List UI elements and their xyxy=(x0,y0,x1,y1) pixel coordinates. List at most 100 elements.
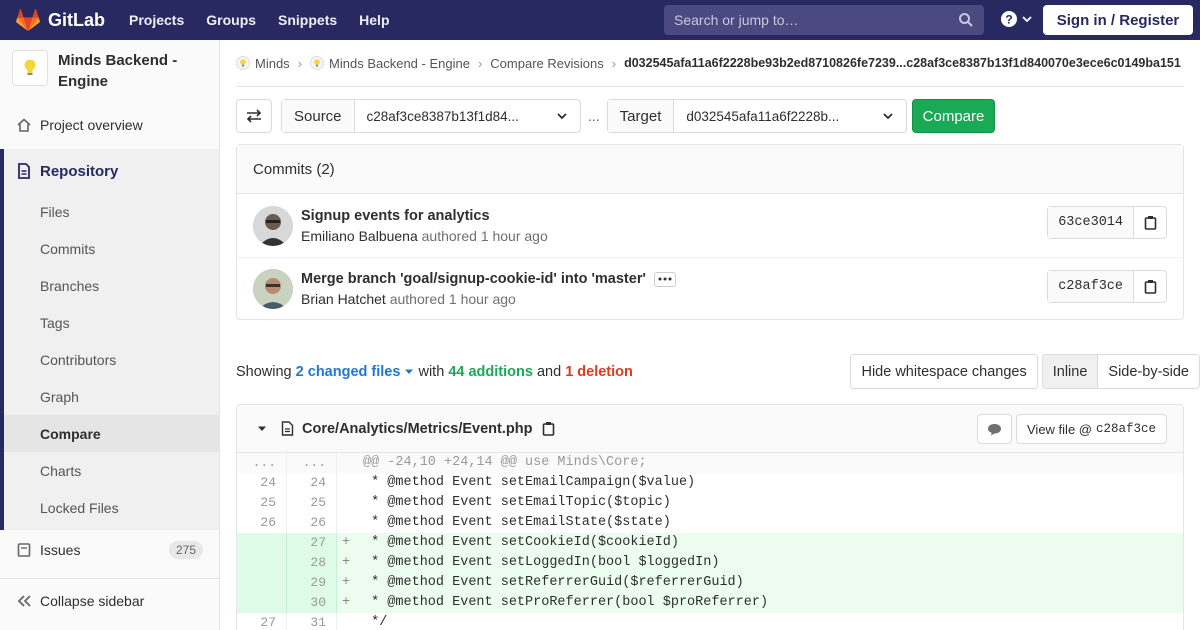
copy-path-icon[interactable] xyxy=(542,421,555,436)
diff-line-added: 27 + * @method Event setCookieId($cookie… xyxy=(237,533,1183,553)
old-line-number[interactable] xyxy=(237,573,287,593)
source-revision-dropdown[interactable]: Source c28af3ce8387b13f1d84... xyxy=(281,99,581,133)
breadcrumb-compare-revisions[interactable]: Compare Revisions xyxy=(490,56,603,71)
help-dropdown[interactable]: ? xyxy=(1000,10,1033,28)
chevron-right-icon: › xyxy=(611,55,617,71)
repository-submenu: Files Commits Branches Tags Contributors… xyxy=(0,193,219,530)
old-line-number[interactable]: ... xyxy=(237,453,287,473)
diff-line-added: 30 + * @method Event setProReferrer(bool… xyxy=(237,593,1183,613)
commit-author[interactable]: Emiliano Balbuena xyxy=(301,228,418,244)
target-value: d032545afa11a6f2228b... xyxy=(686,108,840,124)
diff-marker: + xyxy=(341,595,351,610)
group-avatar-icon xyxy=(236,56,250,70)
sidebar-subitem-files[interactable]: Files xyxy=(4,193,219,230)
source-label: Source xyxy=(282,100,355,132)
nav-projects[interactable]: Projects xyxy=(129,12,184,28)
avatar[interactable] xyxy=(253,269,293,309)
diff-marker xyxy=(337,473,355,493)
old-line-number[interactable]: 27 xyxy=(237,613,287,630)
view-file-button[interactable]: View file @ c28af3ce xyxy=(1016,414,1167,444)
home-icon xyxy=(17,117,31,132)
new-line-number[interactable]: 27 xyxy=(287,533,337,553)
sign-in-button[interactable]: Sign in / Register xyxy=(1043,5,1193,35)
old-line-number[interactable] xyxy=(237,533,287,553)
target-label: Target xyxy=(607,100,675,132)
svg-text:?: ? xyxy=(1005,13,1012,27)
old-line-number[interactable] xyxy=(237,593,287,613)
caret-down-icon xyxy=(405,369,414,374)
avatar-image xyxy=(253,269,293,309)
diff-line: ... ... @@ -24,10 +24,14 @@ use Minds\Co… xyxy=(237,453,1183,473)
new-line-number[interactable]: ... xyxy=(287,453,337,473)
old-line-number[interactable]: 24 xyxy=(237,473,287,493)
changes-summary: Showing 2 changed files with 44 addition… xyxy=(236,364,633,380)
document-icon xyxy=(18,163,30,179)
breadcrumb-current[interactable]: d032545afa11a6f2228be93b2ed8710826fe7239… xyxy=(624,56,1181,70)
commit-title-link[interactable]: Merge branch 'goal/signup-cookie-id' int… xyxy=(301,271,646,287)
nav-snippets[interactable]: Snippets xyxy=(278,12,337,28)
sidebar-subitem-graph[interactable]: Graph xyxy=(4,378,219,415)
new-line-number[interactable]: 26 xyxy=(287,513,337,533)
gitlab-logo[interactable]: GitLab xyxy=(16,9,105,31)
diff-file: Core/Analytics/Metrics/Event.php View fi… xyxy=(236,404,1184,630)
new-line-number[interactable]: 24 xyxy=(287,473,337,493)
sidebar-subitem-charts[interactable]: Charts xyxy=(4,452,219,489)
diff-line: 27 31 */ xyxy=(237,613,1183,630)
sidebar-item-label: Issues xyxy=(40,542,81,558)
sidebar-subitem-tags[interactable]: Tags xyxy=(4,304,219,341)
commit-time: 1 hour ago xyxy=(480,227,548,244)
issues-icon xyxy=(17,543,31,557)
question-icon: ? xyxy=(1001,11,1017,27)
commit-author[interactable]: Brian Hatchet xyxy=(301,291,386,307)
sidebar-item-repository[interactable]: Repository xyxy=(0,149,219,193)
file-path[interactable]: Core/Analytics/Metrics/Event.php xyxy=(302,421,532,437)
inline-view-button[interactable]: Inline xyxy=(1041,354,1099,389)
sidebar-item-overview[interactable]: Project overview xyxy=(0,106,219,143)
sidebar-subitem-branches[interactable]: Branches xyxy=(4,267,219,304)
sidebar-item-issues[interactable]: Issues 275 xyxy=(0,530,219,570)
commit-sha[interactable]: c28af3ce xyxy=(1048,271,1134,302)
swap-revisions-button[interactable] xyxy=(236,99,272,133)
old-line-number[interactable]: 26 xyxy=(237,513,287,533)
project-header[interactable]: Minds Backend - Engine xyxy=(0,40,219,106)
collapse-caret-icon[interactable] xyxy=(257,425,267,433)
expand-commit-description-button[interactable] xyxy=(653,271,676,287)
new-line-number[interactable]: 28 xyxy=(287,553,337,573)
diff-code: * @method Event setReferrerGuid($referre… xyxy=(363,575,744,590)
sidebar-subitem-commits[interactable]: Commits xyxy=(4,230,219,267)
sidebar-subitem-locked-files[interactable]: Locked Files xyxy=(4,489,219,526)
new-line-number[interactable]: 29 xyxy=(287,573,337,593)
changed-files-dropdown[interactable]: 2 changed files xyxy=(296,364,415,380)
changed-files-label: 2 changed files xyxy=(295,364,401,380)
compare-button[interactable]: Compare xyxy=(911,99,996,133)
nav-groups[interactable]: Groups xyxy=(206,12,256,28)
toggle-comments-button[interactable] xyxy=(977,414,1012,444)
commit-sha-group: c28af3ce xyxy=(1047,270,1167,303)
commits-header: Commits (2) xyxy=(237,145,1183,194)
file-icon xyxy=(281,421,294,436)
breadcrumb-minds[interactable]: Minds xyxy=(255,56,290,71)
copy-sha-button[interactable] xyxy=(1134,207,1166,238)
search-input[interactable]: Search or jump to… xyxy=(664,5,984,35)
revision-separator: ... xyxy=(588,108,600,124)
chevron-down-icon xyxy=(557,113,567,120)
collapse-sidebar-button[interactable]: Collapse sidebar xyxy=(0,579,219,623)
breadcrumb-project[interactable]: Minds Backend - Engine xyxy=(329,56,470,71)
commit-sha[interactable]: 63ce3014 xyxy=(1048,207,1134,238)
avatar[interactable] xyxy=(253,205,293,246)
target-revision-dropdown[interactable]: Target d032545afa11a6f2228b... xyxy=(606,99,907,133)
hide-whitespace-button[interactable]: Hide whitespace changes xyxy=(850,354,1038,389)
new-line-number[interactable]: 30 xyxy=(287,593,337,613)
copy-sha-button[interactable] xyxy=(1134,271,1166,302)
new-line-number[interactable]: 31 xyxy=(287,613,337,630)
nav-help[interactable]: Help xyxy=(359,12,389,28)
old-line-number[interactable] xyxy=(237,553,287,573)
double-chevron-left-icon xyxy=(17,595,31,607)
sidebar-subitem-contributors[interactable]: Contributors xyxy=(4,341,219,378)
old-line-number[interactable]: 25 xyxy=(237,493,287,513)
view-file-sha: c28af3ce xyxy=(1095,422,1156,436)
sidebar-subitem-compare[interactable]: Compare xyxy=(4,415,219,452)
new-line-number[interactable]: 25 xyxy=(287,493,337,513)
commit-title[interactable]: Signup events for analytics xyxy=(301,208,548,224)
side-by-side-view-button[interactable]: Side-by-side xyxy=(1098,354,1200,389)
